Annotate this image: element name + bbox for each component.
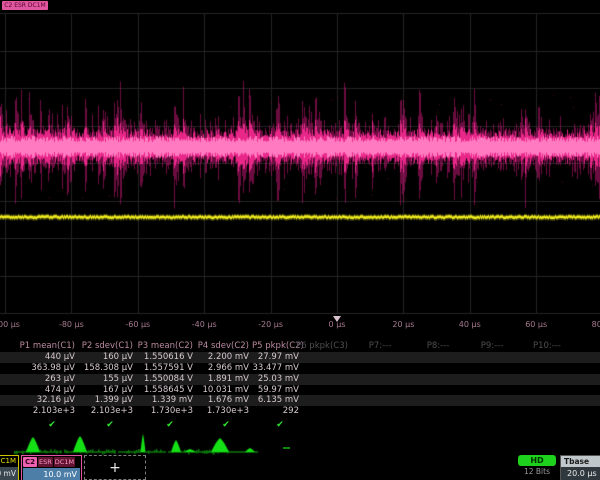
measurement-cell: 1.558645 V [136,385,196,396]
time-axis-label: -40 µs [192,320,217,329]
parameter-header-unused[interactable]: P7:--- [369,341,392,352]
hd-bits-label: 12 Bits [514,467,560,476]
measurement-cell: 158.308 µV [78,363,136,374]
status-ok-icon: ✔ [48,419,56,431]
measurement-cell: 6.135 mV [252,395,302,406]
measurement-cell: 440 µV [0,352,78,363]
hd-mode-button[interactable]: HD [518,455,556,466]
measurement-cell: 2.103e+3 [78,406,136,417]
time-axis-label: 20 µs [392,320,414,329]
channel-c2-descriptor[interactable]: C2 ESR DC1M 10.0 mV [21,455,82,480]
waveform-display[interactable] [0,0,600,316]
measurement-cell: 2.103e+3 [0,406,78,417]
trace-descriptor-badge: C2 ESR DC1M [2,1,48,10]
parameter-header-unused[interactable]: P9:--- [481,341,504,352]
measurement-cell: 263 µV [0,374,78,385]
measurement-cell: 1.891 mV [196,374,252,385]
status-ok-icon: ✔ [222,419,230,431]
parameter-header-unused[interactable]: P8:--- [427,341,450,352]
measurement-cell: 1.550616 V [136,352,196,363]
measurement-cell: 474 µV [0,385,78,396]
parameter-header-p3[interactable]: P3 mean(C2) [136,341,196,352]
time-axis-label: 60 µs [525,320,547,329]
measurement-cell: 1.730e+3 [136,406,196,417]
measurement-cell: 1.557591 V [136,363,196,374]
measurement-cell: 33.477 mV [252,363,302,374]
measurement-cell: 155 µV [78,374,136,385]
time-axis-label: 40 µs [459,320,481,329]
measurement-cell: 1.550084 V [136,374,196,385]
c2-esr-chip: ESR [38,457,53,467]
parameter-header-unused[interactable]: P10:--- [533,341,561,352]
time-axis-label: -100 µs [0,320,20,329]
parameter-header-p1[interactable]: P1 mean(C1) [0,341,78,352]
measurement-status-row: ✔ ✔ ✔ ✔ ✔ [0,419,600,431]
parameter-header-p4[interactable]: P4 sdev(C2) [196,341,252,352]
measurement-cell: 167 µV [78,385,136,396]
add-trace-button[interactable]: + [84,455,146,480]
histicon-fragment [283,447,290,449]
measurement-cell: 2.200 mV [196,352,252,363]
measurement-cell: 27.97 mV [252,352,302,363]
time-axis-label: -20 µs [258,320,283,329]
measurement-table: P1 mean(C1)P2 sdev(C1)P3 mean(C2)P4 sdev… [0,341,600,417]
timebase-descriptor[interactable]: Tbase 20.0 µs [560,455,600,480]
measurement-cell: 292 [252,406,302,417]
trigger-position-marker[interactable] [333,316,341,322]
channel-c1-descriptor[interactable]: C1M 0 mV [0,455,19,480]
c1-volts-per-div: 0 mV [0,467,18,480]
measurement-cell: 2.966 mV [196,363,252,374]
parameter-header-p5[interactable]: P5 pkpk(C2) [252,341,302,352]
timebase-value: 20.0 µs [561,467,600,480]
c2-coupling-chip: DC1M [54,457,75,467]
measurement-cell: 59.97 mV [252,385,302,396]
timebase-label: Tbase [561,456,600,467]
measurement-cell: 32.16 µV [0,395,78,406]
parameter-header-unused[interactable]: P6 pkpk(C3) [296,341,348,352]
histicon-strip[interactable] [0,431,600,455]
oscilloscope-screen: C2 ESR DC1M -100 µs -80 µs -60 µs -40 µs -20… [0,0,600,480]
measurement-cell: 363.98 µV [0,363,78,374]
parameter-header-p2[interactable]: P2 sdev(C1) [78,341,136,352]
c2-volts-per-div: 10.0 mV [23,468,80,480]
measurement-cell: 1.339 mV [136,395,196,406]
status-ok-icon: ✔ [166,419,174,431]
measurement-cell: 160 µV [78,352,136,363]
time-axis-label: -60 µs [125,320,150,329]
measurement-cell: 25.03 mV [252,374,302,385]
time-axis-label: 80 µs [592,320,600,329]
measurement-cell: 10.031 mV [196,385,252,396]
status-ok-icon: ✔ [276,419,284,431]
c2-channel-chip: C2 [23,457,37,467]
measurement-cell: 1.399 µV [78,395,136,406]
status-ok-icon: ✔ [106,419,114,431]
c1-coupling-label: C1M [0,456,18,466]
measurement-cell: 1.676 mV [196,395,252,406]
time-axis-label: -80 µs [59,320,84,329]
measurement-cell: 1.730e+3 [196,406,252,417]
